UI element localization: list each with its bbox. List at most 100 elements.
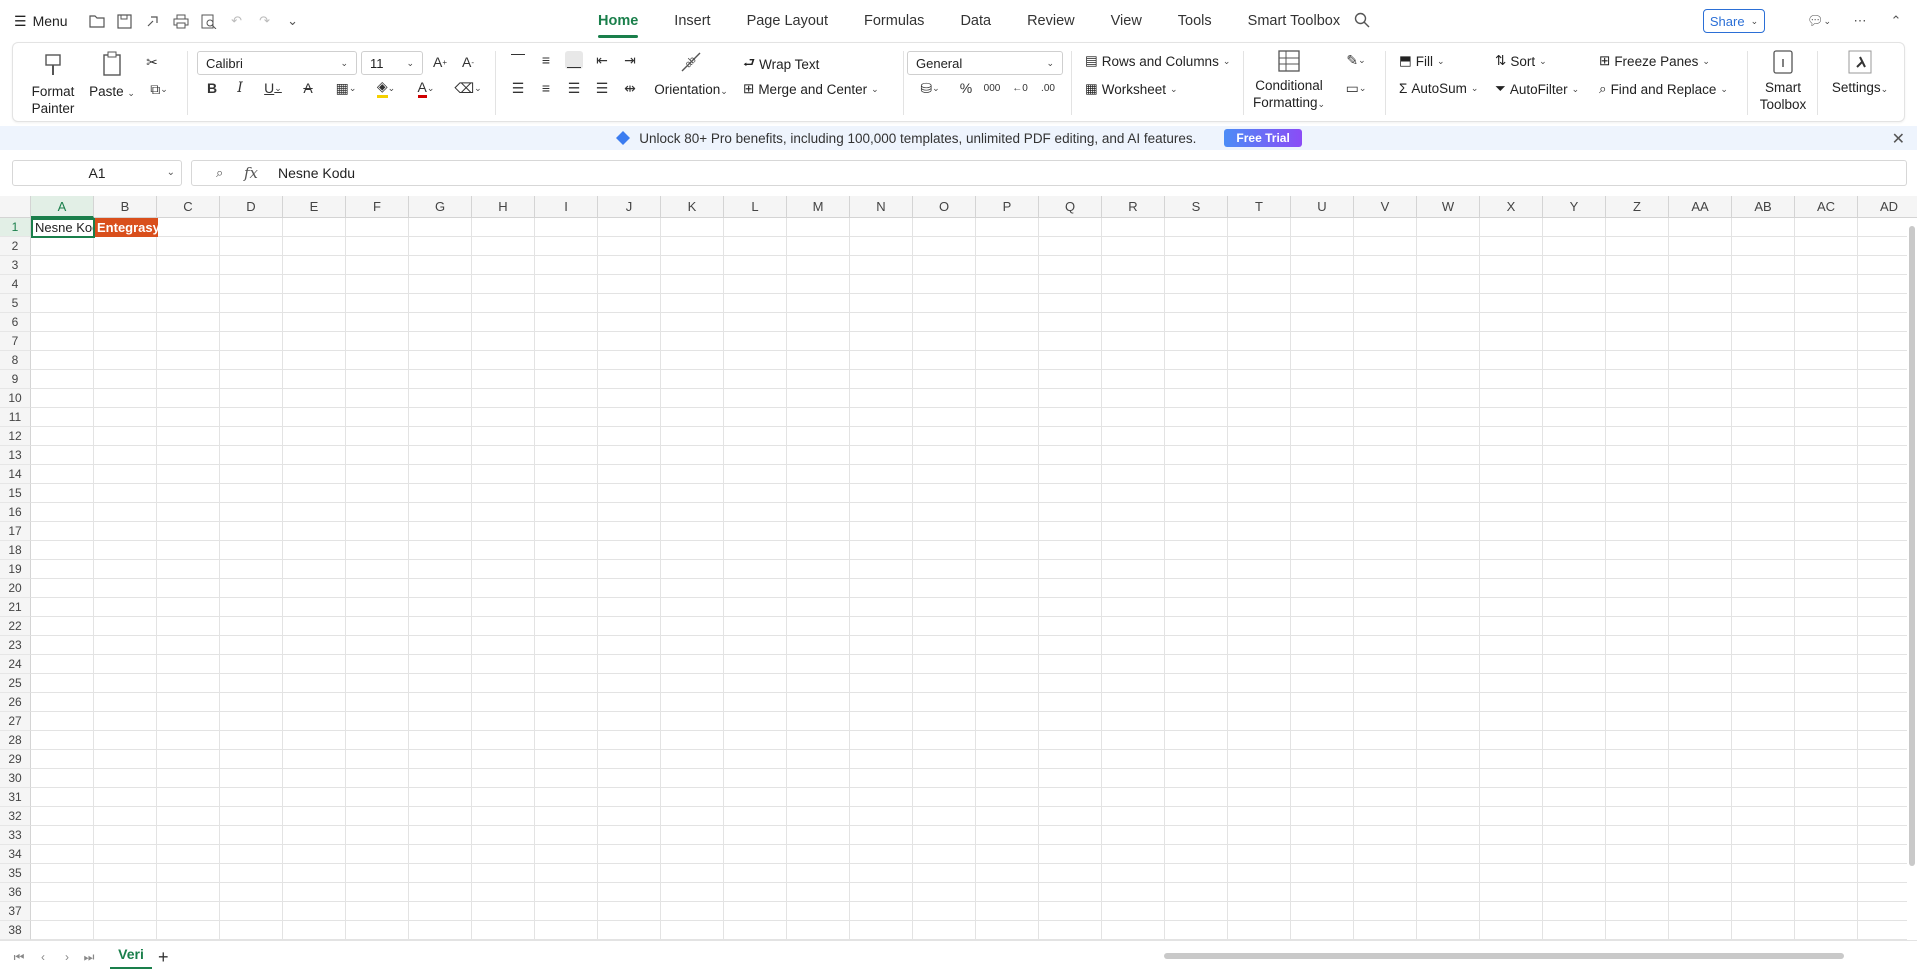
- distributed-icon[interactable]: ⇹: [621, 79, 639, 97]
- column-header-u[interactable]: U: [1291, 196, 1354, 218]
- column-header-w[interactable]: W: [1417, 196, 1480, 218]
- find-replace-button[interactable]: ⌕ Find and Replace ⌄: [1599, 81, 1728, 97]
- copy-icon[interactable]: ⧉ ⌄: [145, 80, 173, 98]
- tab-smart-toolbox[interactable]: Smart Toolbox: [1230, 0, 1358, 42]
- number-format-select[interactable]: General ⌄: [907, 51, 1063, 75]
- row-header-15[interactable]: 15: [0, 484, 31, 503]
- redo-icon[interactable]: ↷: [256, 12, 274, 30]
- formula-input[interactable]: ⌕ fx Nesne Kodu: [191, 160, 1907, 186]
- save-icon[interactable]: [116, 12, 134, 30]
- fx-icon[interactable]: fx: [244, 164, 258, 182]
- row-header-25[interactable]: 25: [0, 674, 31, 693]
- horizontal-scrollbar[interactable]: [1138, 951, 1844, 961]
- font-size-select[interactable]: 11 ⌄: [361, 51, 423, 75]
- column-header-j[interactable]: J: [598, 196, 661, 218]
- export-pdf-icon[interactable]: [144, 12, 162, 30]
- wrap-text-button[interactable]: ⮐ Wrap Text: [743, 53, 819, 76]
- sheet-tab-veri[interactable]: Veri: [110, 941, 152, 969]
- tab-tools[interactable]: Tools: [1160, 0, 1230, 42]
- scroll-thumb[interactable]: [1909, 226, 1915, 866]
- freeze-panes-button[interactable]: ⊞ Freeze Panes ⌄: [1599, 53, 1710, 69]
- row-header-37[interactable]: 37: [0, 902, 31, 921]
- row-header-30[interactable]: 30: [0, 769, 31, 788]
- align-right-icon[interactable]: ☰: [565, 79, 583, 97]
- print-icon[interactable]: [172, 12, 190, 30]
- column-header-v[interactable]: V: [1354, 196, 1417, 218]
- column-header-q[interactable]: Q: [1039, 196, 1102, 218]
- row-header-1[interactable]: 1: [0, 218, 31, 237]
- rows-columns-button[interactable]: ▤ Rows and Columns ⌄: [1085, 53, 1230, 69]
- row-header-2[interactable]: 2: [0, 237, 31, 256]
- column-header-y[interactable]: Y: [1543, 196, 1606, 218]
- font-name-select[interactable]: Calibri ⌄: [197, 51, 357, 75]
- row-header-10[interactable]: 10: [0, 389, 31, 408]
- worksheet-button[interactable]: ▦ Worksheet ⌄: [1085, 81, 1178, 97]
- column-header-n[interactable]: N: [850, 196, 913, 218]
- cell-b1[interactable]: Entegrasy: [95, 218, 158, 237]
- align-top-icon[interactable]: ⎺: [509, 51, 527, 69]
- format-painter-button[interactable]: Format Painter: [29, 49, 77, 117]
- increase-decimal-icon[interactable]: .00: [1039, 79, 1057, 97]
- borders-icon[interactable]: ▦ ⌄: [331, 79, 361, 97]
- column-header-o[interactable]: O: [913, 196, 976, 218]
- conditional-formatting-button[interactable]: Conditional Formatting⌄: [1249, 49, 1329, 113]
- prev-sheet-icon[interactable]: ‹: [36, 950, 50, 964]
- smart-toolbox-button[interactable]: Smart Toolbox: [1755, 49, 1811, 113]
- column-header-i[interactable]: I: [535, 196, 598, 218]
- column-header-ac[interactable]: AC: [1795, 196, 1858, 218]
- column-header-d[interactable]: D: [220, 196, 283, 218]
- more-icon[interactable]: ⋯: [1851, 12, 1869, 30]
- align-left-icon[interactable]: ☰: [509, 79, 527, 97]
- italic-icon[interactable]: I: [231, 79, 249, 97]
- tab-home[interactable]: Home: [580, 0, 656, 42]
- comment-icon[interactable]: 💬︎ ⌄: [1804, 12, 1834, 30]
- tab-review[interactable]: Review: [1009, 0, 1093, 42]
- column-header-e[interactable]: E: [283, 196, 346, 218]
- tab-formulas[interactable]: Formulas: [846, 0, 942, 42]
- name-box[interactable]: A1 ⌄: [12, 160, 182, 186]
- collapse-ribbon-icon[interactable]: ⌃: [1887, 12, 1905, 30]
- column-header-a[interactable]: A: [31, 196, 94, 218]
- percent-icon[interactable]: %: [957, 79, 975, 97]
- decrease-decimal-icon[interactable]: ←0: [1011, 79, 1029, 97]
- chevron-down-icon[interactable]: ⌄: [167, 167, 175, 178]
- undo-icon[interactable]: ↶: [228, 12, 246, 30]
- row-header-12[interactable]: 12: [0, 427, 31, 446]
- column-header-ab[interactable]: AB: [1732, 196, 1795, 218]
- tab-page-layout[interactable]: Page Layout: [729, 0, 846, 42]
- column-header-p[interactable]: P: [976, 196, 1039, 218]
- select-all-corner[interactable]: [0, 196, 31, 218]
- row-header-14[interactable]: 14: [0, 465, 31, 484]
- row-header-19[interactable]: 19: [0, 560, 31, 579]
- row-header-22[interactable]: 22: [0, 617, 31, 636]
- row-header-36[interactable]: 36: [0, 883, 31, 902]
- underline-icon[interactable]: U ⌄: [259, 79, 287, 97]
- cell-area[interactable]: [31, 218, 1907, 940]
- column-header-s[interactable]: S: [1165, 196, 1228, 218]
- thousands-separator-icon[interactable]: 000: [983, 79, 1001, 97]
- tab-view[interactable]: View: [1093, 0, 1160, 42]
- customize-chevron-icon[interactable]: ⌄: [284, 12, 302, 30]
- open-folder-icon[interactable]: [88, 12, 106, 30]
- row-header-20[interactable]: 20: [0, 579, 31, 598]
- column-header-b[interactable]: B: [94, 196, 157, 218]
- column-header-k[interactable]: K: [661, 196, 724, 218]
- row-header-33[interactable]: 33: [0, 826, 31, 845]
- bold-icon[interactable]: B: [203, 79, 221, 97]
- tab-insert[interactable]: Insert: [656, 0, 728, 42]
- row-header-17[interactable]: 17: [0, 522, 31, 541]
- justify-icon[interactable]: ☰: [593, 79, 611, 97]
- row-header-4[interactable]: 4: [0, 275, 31, 294]
- clear-format-icon[interactable]: ⌫ ⌄: [453, 79, 483, 97]
- row-header-24[interactable]: 24: [0, 655, 31, 674]
- fill-button[interactable]: ⬒ Fill ⌄: [1399, 53, 1445, 69]
- vertical-scrollbar[interactable]: [1907, 220, 1917, 920]
- spreadsheet-grid[interactable]: A B C D E F G H I J K L M N O P Q R S T U V W X Y Z AA AB AC AD 12345…: [0, 196, 1917, 940]
- row-header-3[interactable]: 3: [0, 256, 31, 275]
- orientation-button[interactable]: ab Orientation⌄: [653, 49, 729, 100]
- row-header-23[interactable]: 23: [0, 636, 31, 655]
- row-header-18[interactable]: 18: [0, 541, 31, 560]
- search-icon[interactable]: [1354, 12, 1372, 30]
- row-header-11[interactable]: 11: [0, 408, 31, 427]
- row-header-8[interactable]: 8: [0, 351, 31, 370]
